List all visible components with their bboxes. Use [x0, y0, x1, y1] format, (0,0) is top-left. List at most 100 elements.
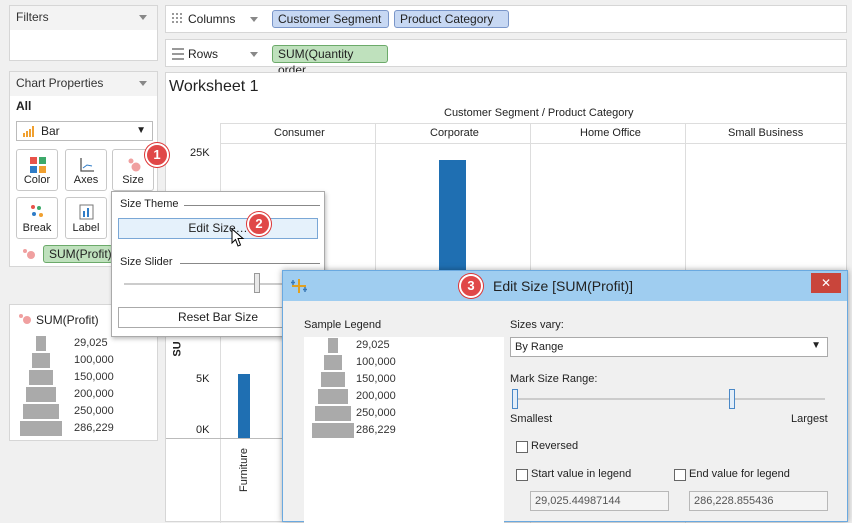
step-badge-1: 1	[145, 143, 169, 167]
segment-small-business: Small Business	[728, 127, 804, 139]
step-badge-2: 2	[247, 212, 271, 236]
legend-swatch	[318, 389, 348, 404]
columns-label: Columns	[188, 12, 236, 26]
break-icon	[30, 204, 46, 223]
axes-button[interactable]: Axes	[65, 149, 107, 191]
legend-value: 200,000	[74, 388, 114, 400]
bar-consumer[interactable]	[238, 374, 250, 438]
range-handle-max[interactable]	[729, 389, 735, 409]
mouse-cursor-icon	[231, 227, 245, 251]
mark-size-range-track[interactable]	[513, 398, 825, 400]
dialog-title-bar[interactable]: Edit Size [SUM(Profit)] ✕	[283, 271, 847, 301]
color-label: Color	[23, 174, 51, 186]
label-icon	[79, 204, 95, 223]
label-label: Label	[72, 222, 100, 234]
columns-icon	[172, 13, 184, 29]
segment-corporate: Corporate	[430, 127, 479, 139]
columns-shelf: Columns Customer Segment Product Categor…	[165, 5, 847, 33]
start-legend-checkbox[interactable]	[516, 469, 528, 481]
size-label: Size	[122, 174, 144, 186]
worksheet-title: Worksheet 1	[169, 78, 259, 95]
start-legend-label: Start value in legend	[531, 468, 632, 480]
legend-swatch	[20, 421, 62, 436]
bar-chart-icon	[23, 126, 35, 137]
chevron-down-icon: ▼	[136, 125, 146, 136]
legend-swatch	[29, 370, 53, 385]
smallest-label: Smallest	[510, 413, 553, 425]
edit-size-dialog: Edit Size [SUM(Profit)] ✕ Sample Legend …	[282, 270, 848, 523]
legend-value: 286,229	[356, 424, 396, 436]
profit-size-pill[interactable]: SUM(Profit)	[43, 245, 113, 263]
mark-size-range-label: Mark Size Range:	[510, 373, 598, 385]
pill-product-category[interactable]: Product Category	[394, 10, 509, 28]
segment-home-office: Home Office	[580, 127, 641, 139]
chart-properties-menu-icon[interactable]	[139, 81, 147, 86]
legend-value: 100,000	[356, 356, 396, 368]
step-badge-3: 3	[459, 274, 483, 298]
chart-properties-title: Chart Properties	[10, 72, 157, 96]
segment-consumer: Consumer	[274, 127, 325, 139]
legend-swatch	[36, 336, 46, 351]
size-slider-handle[interactable]	[254, 273, 260, 293]
legend-value: 100,000	[74, 354, 114, 366]
filters-panel: Filters	[9, 5, 158, 61]
mark-type-value: Bar	[41, 124, 60, 138]
reversed-checkbox[interactable]	[516, 441, 528, 453]
filters-title: Filters	[10, 6, 157, 30]
color-button[interactable]: Color	[16, 149, 58, 191]
y-axis-label: SU	[171, 341, 184, 357]
legend-value: 200,000	[356, 390, 396, 402]
legend-value: 29,025	[74, 337, 108, 349]
y-tick-25k: 25K	[190, 147, 210, 159]
sizes-vary-select[interactable]: By Range ▼	[510, 337, 828, 357]
sample-legend-label: Sample Legend	[304, 319, 382, 331]
legend-value: 150,000	[356, 373, 396, 385]
rows-menu-icon[interactable]	[250, 52, 258, 57]
end-legend-checkbox[interactable]	[674, 469, 686, 481]
rows-icon	[172, 48, 184, 63]
legend-swatch	[321, 372, 345, 387]
legend-items: 29,025 100,000 150,000 200,000 250,000 286,22…	[20, 335, 155, 440]
filters-menu-icon[interactable]	[139, 15, 147, 20]
legend-swatch	[315, 406, 351, 421]
close-button[interactable]: ✕	[811, 273, 841, 293]
legend-value: 29,025	[356, 339, 390, 351]
legend-swatch	[23, 404, 59, 419]
close-icon: ✕	[820, 276, 832, 290]
legend-value: 250,000	[356, 407, 396, 419]
sizes-vary-label: Sizes vary:	[510, 319, 564, 331]
rows-label: Rows	[188, 47, 219, 61]
legend-swatch	[328, 338, 338, 353]
legend-swatch	[312, 423, 354, 438]
y-tick-0k: 0K	[196, 424, 210, 436]
sample-legend-box: 29,025 100,000 150,000 200,000 250,000 286,22…	[304, 337, 504, 523]
end-legend-label: End value for legend	[689, 468, 790, 480]
legend-swatch	[32, 353, 50, 368]
y-tick-5k: 5K	[196, 373, 210, 385]
label-button[interactable]: Label	[65, 197, 107, 239]
pill-quantity[interactable]: SUM(Quantity order…	[272, 45, 388, 77]
dialog-title: Edit Size [SUM(Profit)]	[493, 278, 634, 294]
range-handle-min[interactable]	[512, 389, 518, 409]
chevron-down-icon: ▼	[811, 340, 821, 351]
axes-label: Axes	[73, 174, 99, 186]
start-value-input[interactable]: 29,025.44987144	[530, 491, 669, 511]
pill-customer-segment[interactable]: Customer Segment	[272, 10, 389, 28]
legend-value: 250,000	[74, 405, 114, 417]
edit-size-button[interactable]: Edit Size…	[118, 218, 318, 239]
legend-size-icon	[18, 313, 32, 328]
category-furniture: Furniture	[238, 447, 250, 492]
largest-label: Largest	[791, 413, 828, 425]
legend-swatch	[26, 387, 56, 402]
tableau-logo-icon	[290, 278, 308, 297]
legend-value: 150,000	[74, 371, 114, 383]
mark-type-select[interactable]: Bar ▼	[16, 121, 153, 141]
legend-value: 286,229	[74, 422, 114, 434]
rows-shelf: Rows SUM(Quantity order…	[165, 39, 847, 77]
marks-all-label[interactable]: All	[16, 99, 31, 113]
end-value-input[interactable]: 286,228.855436	[689, 491, 828, 511]
break-button[interactable]: Break	[16, 197, 58, 239]
reset-bar-size-label: Reset Bar Size	[177, 310, 259, 324]
columns-menu-icon[interactable]	[250, 17, 258, 22]
break-label: Break	[22, 222, 52, 234]
